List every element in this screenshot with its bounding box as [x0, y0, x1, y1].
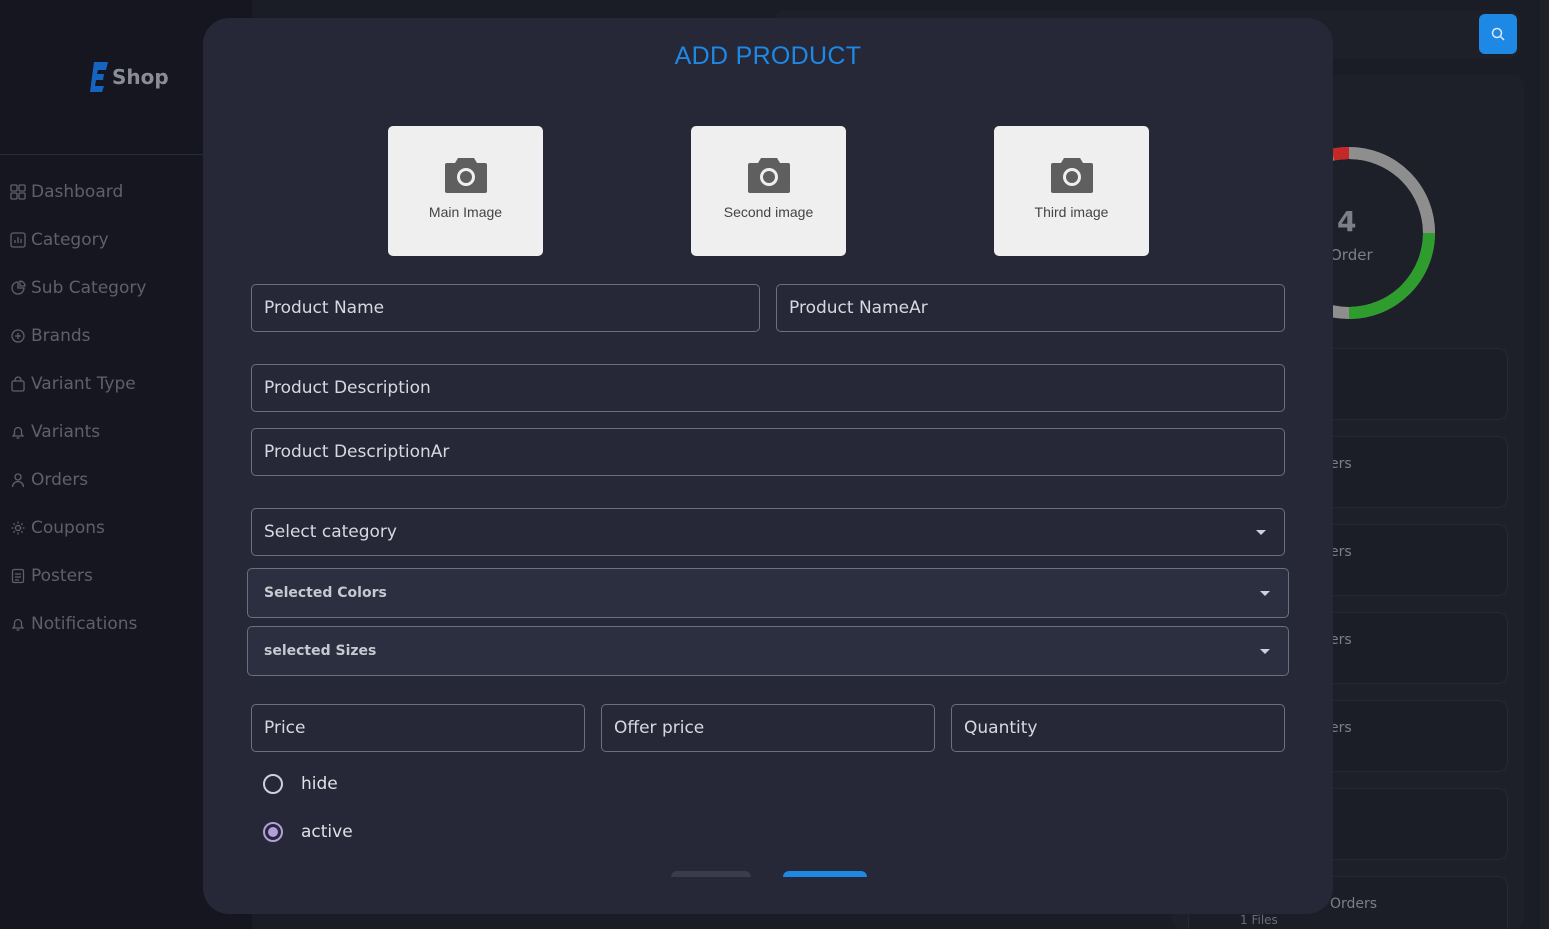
- logo-text: Shop: [112, 65, 169, 89]
- radio-label: active: [301, 822, 353, 842]
- product-name-ar-field[interactable]: Product NameAr: [776, 284, 1285, 332]
- bell-icon: [11, 618, 25, 631]
- submit-button[interactable]: [783, 871, 867, 877]
- status-radio-hide[interactable]: hide: [263, 774, 338, 794]
- sidebar-item-label: Posters: [31, 566, 93, 586]
- product-description-field[interactable]: Product Description: [251, 364, 1285, 412]
- quantity-field[interactable]: Quantity: [951, 704, 1285, 752]
- window-edge: [1540, 0, 1549, 929]
- app-logo[interactable]: Shop: [88, 60, 169, 94]
- sidebar-item-coupons[interactable]: Coupons: [10, 504, 146, 552]
- sidebar-nav: Dashboard Category Sub Category Brands V…: [10, 168, 146, 648]
- image-caption: Second image: [723, 204, 814, 220]
- cancel-button[interactable]: [671, 871, 751, 877]
- sidebar-item-brands[interactable]: Brands: [10, 312, 146, 360]
- sizes-select[interactable]: selected Sizes: [247, 626, 1289, 676]
- search-icon: [1491, 27, 1505, 41]
- third-image-upload[interactable]: Third image: [994, 126, 1149, 256]
- sidebar-item-label: Orders: [31, 470, 89, 490]
- radio-button[interactable]: [263, 774, 283, 794]
- stat-label: ers: [1330, 544, 1352, 560]
- colors-select[interactable]: Selected Colors: [247, 568, 1289, 618]
- grid-icon: [10, 184, 26, 200]
- radio-label: hide: [301, 774, 338, 794]
- chevron-down-icon: [1260, 648, 1270, 654]
- donut-count: 4: [1337, 205, 1357, 238]
- sidebar-item-label: Dashboard: [31, 182, 124, 202]
- radio-button-checked[interactable]: [263, 822, 283, 842]
- donut-label: Order: [1330, 246, 1373, 264]
- file-icon: [11, 568, 25, 584]
- add-product-modal: ADD PRODUCT Main Image Second image Thir…: [203, 18, 1333, 914]
- stat-label: ers: [1330, 456, 1352, 472]
- sidebar-item-label: Sub Category: [31, 278, 147, 298]
- sidebar-item-posters[interactable]: Posters: [10, 552, 146, 600]
- camera-icon: [444, 158, 487, 193]
- image-caption: Main Image: [428, 204, 503, 220]
- field-placeholder: Offer price: [614, 718, 705, 738]
- search-button[interactable]: [1479, 14, 1517, 54]
- sidebar-item-label: Brands: [31, 326, 91, 346]
- product-name-field[interactable]: Product Name: [251, 284, 760, 332]
- gear-icon: [11, 521, 25, 535]
- sidebar-item-notifications[interactable]: Notifications: [10, 600, 146, 648]
- offer-price-field[interactable]: Offer price: [601, 704, 935, 752]
- stat-label: ers: [1330, 632, 1352, 648]
- status-radio-active[interactable]: active: [263, 822, 353, 842]
- product-description-ar-field[interactable]: Product DescriptionAr: [251, 428, 1285, 476]
- modal-title: ADD PRODUCT: [674, 42, 862, 70]
- field-placeholder: selected Sizes: [264, 643, 377, 659]
- sidebar-item-label: Variants: [31, 422, 101, 442]
- field-placeholder: Product Name: [264, 298, 385, 318]
- chevron-down-icon: [1256, 529, 1266, 535]
- field-placeholder: Quantity: [964, 718, 1038, 738]
- sidebar-item-label: Coupons: [31, 518, 105, 538]
- sidebar-item-label: Category: [31, 230, 109, 250]
- camera-icon: [1050, 158, 1093, 193]
- stat-label: Orders: [1330, 896, 1378, 912]
- image-caption: Third image: [1034, 204, 1109, 220]
- sidebar-item-dashboard[interactable]: Dashboard: [10, 168, 146, 216]
- field-placeholder: Product Description: [264, 378, 431, 398]
- price-field[interactable]: Price: [251, 704, 585, 752]
- field-placeholder: Selected Colors: [264, 585, 387, 601]
- brand-icon: [11, 329, 25, 343]
- sidebar-item-label: Notifications: [31, 614, 138, 634]
- field-placeholder: Product NameAr: [789, 298, 928, 318]
- camera-icon: [747, 158, 790, 193]
- sidebar-item-orders[interactable]: Orders: [10, 456, 146, 504]
- stat-sub-label: 1 Files: [1240, 913, 1278, 927]
- chart-icon: [10, 232, 26, 248]
- field-placeholder: Product DescriptionAr: [264, 442, 450, 462]
- sidebar-item-category[interactable]: Category: [10, 216, 146, 264]
- field-placeholder: Price: [264, 718, 306, 738]
- category-select[interactable]: Select category: [251, 508, 1285, 556]
- stat-label: ers: [1330, 720, 1352, 736]
- sidebar-item-label: Variant Type: [31, 374, 136, 394]
- bell-icon: [11, 426, 25, 439]
- field-placeholder: Select category: [264, 522, 397, 542]
- sidebar-item-variant-type[interactable]: Variant Type: [10, 360, 146, 408]
- user-icon: [11, 473, 25, 488]
- second-image-upload[interactable]: Second image: [691, 126, 846, 256]
- main-image-upload[interactable]: Main Image: [388, 126, 543, 256]
- chevron-down-icon: [1260, 590, 1270, 596]
- pie-icon: [11, 280, 26, 295]
- sidebar-item-variants[interactable]: Variants: [10, 408, 146, 456]
- sidebar-item-sub-category[interactable]: Sub Category: [10, 264, 146, 312]
- bag-icon: [11, 376, 25, 392]
- logo-mark-icon: [90, 62, 108, 92]
